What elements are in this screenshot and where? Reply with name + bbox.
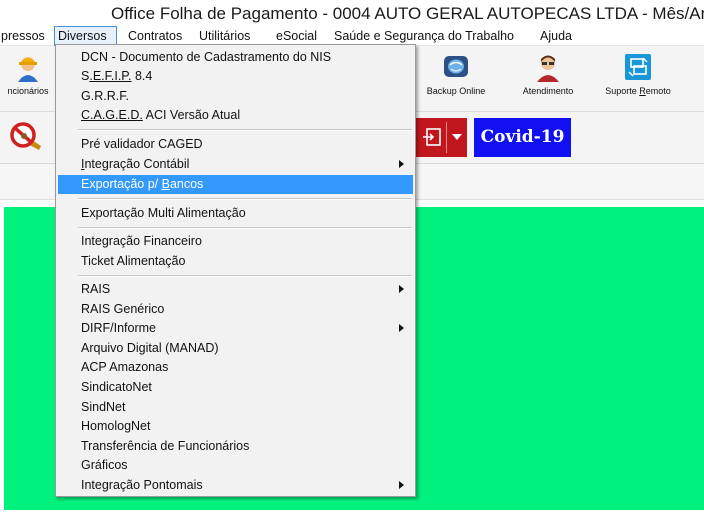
menu-item-exportacao-multi-alimentacao[interactable]: Exportação Multi Alimentação [58, 204, 413, 223]
funcionarios-label: ncionários [7, 86, 49, 96]
support-agent-icon [537, 55, 559, 82]
split-divider [446, 122, 447, 153]
menu-item-sindnet[interactable]: SindNet [58, 398, 413, 417]
submenu-arrow-icon [399, 324, 404, 332]
covid-19-button[interactable]: Covid-19 [474, 118, 571, 157]
atendimento-label: Atendimento [522, 86, 574, 96]
funcionarios-button[interactable]: ncionários [0, 52, 56, 108]
menu-bar: pressos Diversos Contratos Utilitários e… [0, 26, 704, 46]
menu-item-graficos[interactable]: Gráficos [58, 456, 413, 475]
menu-diversos[interactable]: Diversos [54, 26, 117, 46]
menu-item-integracao-financeiro[interactable]: Integração Financeiro [58, 232, 413, 251]
diversos-dropdown-menu: DCN - Documento de Cadastramento do NIS … [55, 44, 416, 497]
menu-item-sindicatonet[interactable]: SindicatoNet [58, 378, 413, 397]
atendimento-button[interactable]: Atendimento [512, 52, 584, 108]
forbidden-tool-icon[interactable] [9, 120, 45, 156]
menu-separator [78, 129, 412, 131]
menu-item-manad[interactable]: Arquivo Digital (MANAD) [58, 339, 413, 358]
menu-item-pre-validador-caged[interactable]: Pré validador CAGED [58, 135, 413, 154]
menu-item-rais[interactable]: RAIS [58, 280, 413, 299]
menu-saude-seguranca[interactable]: Saúde e Segurança do Trabalho [331, 26, 517, 46]
menu-item-rais-generico[interactable]: RAIS Genérico [58, 300, 413, 319]
exit-icon [423, 128, 441, 146]
menu-item-sefip[interactable]: S.E.F.I.P. 8.4 [58, 67, 413, 86]
menu-item-transferencia-funcionarios[interactable]: Transferência de Funcionários [58, 437, 413, 456]
menu-ajuda[interactable]: Ajuda [537, 26, 575, 46]
submenu-arrow-icon [399, 160, 404, 168]
backup-globe-icon [444, 56, 468, 77]
menu-item-dirf-informe[interactable]: DIRF/Informe [58, 319, 413, 338]
menu-separator [78, 227, 412, 229]
menu-separator [78, 275, 412, 277]
menu-separator [78, 198, 412, 200]
exit-split-button[interactable] [416, 118, 467, 157]
menu-contratos[interactable]: Contratos [125, 26, 185, 46]
backup-online-label: Backup Online [426, 86, 486, 96]
submenu-arrow-icon [399, 285, 404, 293]
suporte-remoto-button[interactable]: Suporte Remoto [596, 52, 680, 108]
menu-item-caged[interactable]: C.A.G.E.D. ACI Versão Atual [58, 106, 413, 125]
menu-item-homolognet[interactable]: HomologNet [58, 417, 413, 436]
submenu-arrow-icon [399, 481, 404, 489]
backup-online-button[interactable]: Backup Online [418, 52, 494, 108]
menu-utilitarios[interactable]: Utilitários [196, 26, 253, 46]
window-title: Office Folha de Pagamento - 0004 AUTO GE… [111, 4, 704, 23]
remote-support-icon [625, 54, 651, 80]
worker-icon [18, 57, 38, 82]
menu-item-integracao-pontomais[interactable]: Integração Pontomais [58, 476, 413, 495]
menu-item-integracao-contabil[interactable]: Integração Contábil [58, 155, 413, 174]
menu-item-grrf[interactable]: G.R.R.F. [58, 87, 413, 106]
chevron-down-icon[interactable] [452, 134, 462, 140]
menu-item-ticket-alimentacao[interactable]: Ticket Alimentação [58, 252, 413, 271]
menu-item-acp-amazonas[interactable]: ACP Amazonas [58, 358, 413, 377]
suporte-remoto-label: Suporte Remoto [605, 86, 671, 96]
menu-item-dcn[interactable]: DCN - Documento de Cadastramento do NIS [58, 48, 413, 67]
menu-impressos[interactable]: pressos [0, 26, 48, 46]
window-title-bar: Office Folha de Pagamento - 0004 AUTO GE… [0, 0, 704, 26]
menu-item-exportacao-bancos[interactable]: Exportação p/ Bancos [58, 175, 413, 194]
menu-esocial[interactable]: eSocial [273, 26, 320, 46]
